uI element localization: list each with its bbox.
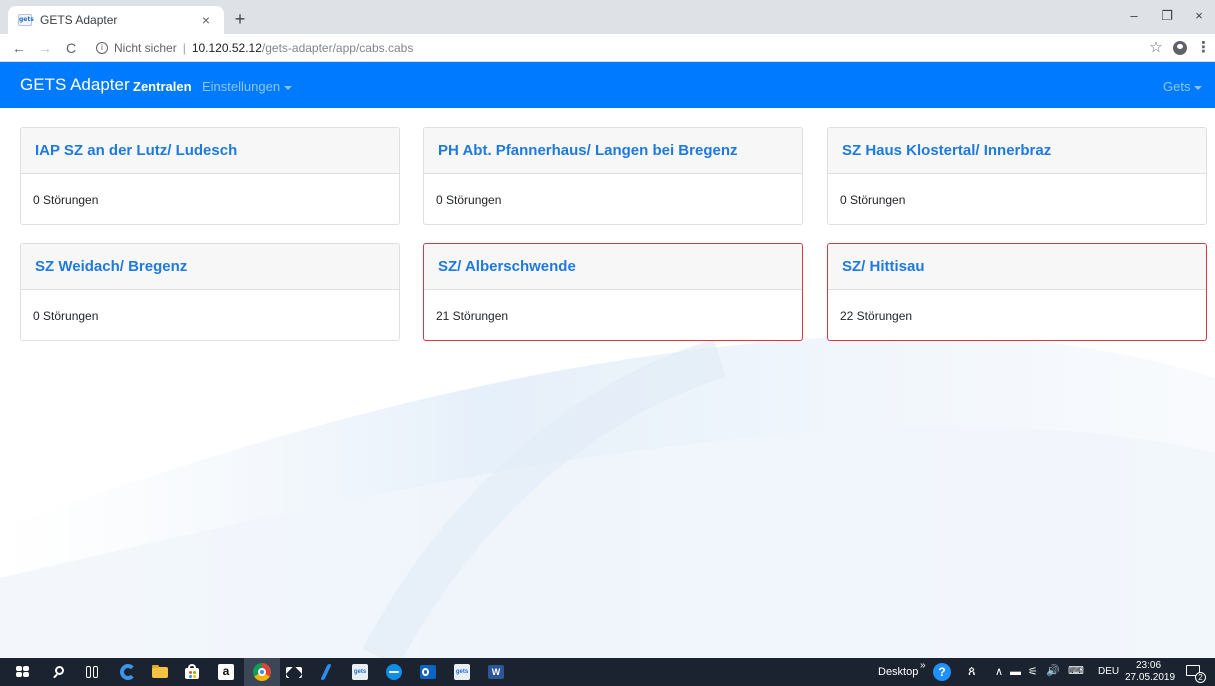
chrome-icon[interactable] xyxy=(244,658,280,686)
word-icon-glyph: W xyxy=(488,665,504,679)
card-header: PH Abt. Pfannerhaus/ Langen bei Bregenz xyxy=(424,128,802,174)
url-path: /gets-adapter/app/cabs.cabs xyxy=(261,41,414,55)
bookmark-star-icon[interactable]: ☆ xyxy=(1147,38,1165,58)
cabinet-card[interactable]: SZ Weidach/ Bregenz 0 Störungen xyxy=(20,243,400,341)
info-icon[interactable]: i xyxy=(96,42,108,54)
teamviewer-icon[interactable] xyxy=(384,662,404,682)
browser-menu-icon[interactable]: ⋮ xyxy=(1196,38,1211,58)
tab-close-icon[interactable]: × xyxy=(198,12,214,28)
card-title[interactable]: SZ Weidach/ Bregenz xyxy=(35,258,385,276)
gets-icon-glyph: gets xyxy=(454,664,470,680)
card-fault-count: 22 Störungen xyxy=(840,309,913,323)
window-close-button[interactable]: × xyxy=(1189,8,1209,24)
card-fault-count: 0 Störungen xyxy=(33,309,99,323)
security-status: Nicht sicher xyxy=(114,41,177,55)
app-navbar: GETS Adapter Zentralen Einstellungen Get… xyxy=(0,62,1215,108)
nav-einstellungen[interactable]: Einstellungen xyxy=(202,79,293,95)
url-separator: | xyxy=(182,41,186,55)
browser-tab-strip: gets GETS Adapter × + – ❐ × xyxy=(0,0,1215,34)
url-field[interactable]: i Nicht sicher | 10.120.52.12 /gets-adap… xyxy=(96,38,1136,58)
help-icon-glyph: ? xyxy=(933,663,951,681)
task-view-icon[interactable] xyxy=(82,662,102,682)
card-title[interactable]: IAP SZ an der Lutz/ Ludesch xyxy=(35,142,385,160)
gets-icon[interactable]: gets xyxy=(350,662,370,682)
mail-icon[interactable] xyxy=(284,662,304,683)
card-fault-count: 0 Störungen xyxy=(436,193,502,207)
maximize-button[interactable]: ❐ xyxy=(1157,8,1177,24)
card-fault-count: 0 Störungen xyxy=(33,193,99,207)
card-fault-count: 0 Störungen xyxy=(840,193,906,207)
file-explorer-icon[interactable] xyxy=(150,662,170,682)
outlook-icon[interactable] xyxy=(418,662,438,682)
forward-button[interactable]: → xyxy=(36,39,54,57)
minimize-button[interactable]: – xyxy=(1124,8,1144,24)
browser-tab[interactable]: gets GETS Adapter × xyxy=(8,6,224,34)
amazon-icon-glyph: a xyxy=(218,664,234,680)
nav-einstellungen-label: Einstellungen xyxy=(202,79,281,94)
caret-down-icon xyxy=(284,85,293,90)
new-tab-button[interactable]: + xyxy=(230,9,250,29)
clock-time[interactable]: 23:06 xyxy=(1136,660,1161,672)
clock-date[interactable]: 27.05.2019 xyxy=(1125,672,1175,684)
desktop-toolbar-label[interactable]: Desktop xyxy=(878,666,918,678)
card-fault-count: 21 Störungen xyxy=(436,309,509,323)
card-title[interactable]: SZ/ Hittisau xyxy=(842,258,1192,276)
caret-down-icon xyxy=(1194,85,1203,90)
card-title[interactable]: PH Abt. Pfannerhaus/ Langen bei Bregenz xyxy=(438,142,788,160)
windows-taskbar: a gets gets W Desktop » ? ጰ ∧ ▬ ⚟ 🔊 ⌨ DE… xyxy=(0,658,1215,686)
gets-favicon-icon: gets xyxy=(18,14,34,26)
url-host: 10.120.52.12 xyxy=(191,41,262,55)
toolbar-overflow-icon[interactable]: » xyxy=(920,660,926,672)
cabinet-card[interactable]: PH Abt. Pfannerhaus/ Langen bei Bregenz … xyxy=(423,127,803,225)
user-menu-label: Gets xyxy=(1163,79,1191,94)
search-icon[interactable] xyxy=(50,662,70,682)
card-title[interactable]: SZ/ Alberschwende xyxy=(438,258,788,276)
gets-icon-glyph: gets xyxy=(352,664,368,680)
edge-icon[interactable] xyxy=(118,662,138,682)
language-indicator[interactable]: DEU xyxy=(1098,666,1119,678)
card-header: SZ/ Alberschwende xyxy=(424,244,802,290)
card-header: SZ Haus Klostertal/ Innerbraz xyxy=(828,128,1206,174)
card-header: SZ/ Hittisau xyxy=(828,244,1206,290)
cabinet-card[interactable]: IAP SZ an der Lutz/ Ludesch 0 Störungen xyxy=(20,127,400,225)
volume-icon[interactable]: 🔊 xyxy=(1046,665,1060,677)
main-content: IAP SZ an der Lutz/ Ludesch 0 Störungen … xyxy=(0,108,1215,658)
profile-avatar-icon[interactable] xyxy=(1173,41,1187,55)
cabinet-card-alert[interactable]: SZ/ Alberschwende 21 Störungen xyxy=(423,243,803,341)
people-icon[interactable]: ጰ xyxy=(968,664,976,677)
back-button[interactable]: ← xyxy=(10,39,28,57)
brand-link[interactable]: GETS Adapter xyxy=(20,75,130,95)
card-title[interactable]: SZ Haus Klostertal/ Innerbraz xyxy=(842,142,1192,160)
card-header: IAP SZ an der Lutz/ Ludesch xyxy=(21,128,399,174)
store-icon[interactable] xyxy=(182,662,202,682)
battery-icon[interactable]: ▬ xyxy=(1010,666,1021,678)
user-menu[interactable]: Gets xyxy=(1163,79,1203,95)
tray-expand-icon[interactable]: ∧ xyxy=(995,666,1003,678)
reload-button[interactable]: C xyxy=(62,39,80,57)
tab-title: GETS Adapter xyxy=(40,13,118,27)
card-header: SZ Weidach/ Bregenz xyxy=(21,244,399,290)
keyboard-icon[interactable]: ⌨ xyxy=(1068,665,1084,677)
word-icon[interactable]: W xyxy=(486,662,506,682)
amazon-icon[interactable]: a xyxy=(216,662,236,682)
notification-center-icon[interactable]: 2 xyxy=(1184,662,1206,683)
nav-zentralen[interactable]: Zentralen xyxy=(133,79,192,95)
app-icon[interactable] xyxy=(318,662,338,682)
network-icon[interactable]: ⚟ xyxy=(1028,666,1038,678)
address-bar: ← → C i Nicht sicher | 10.120.52.12 /get… xyxy=(0,34,1215,62)
help-icon[interactable]: ? xyxy=(932,662,952,682)
cabinet-card-alert[interactable]: SZ/ Hittisau 22 Störungen xyxy=(827,243,1207,341)
gets-icon[interactable]: gets xyxy=(452,662,472,682)
cabinet-card[interactable]: SZ Haus Klostertal/ Innerbraz 0 Störunge… xyxy=(827,127,1207,225)
windows-start-icon[interactable] xyxy=(14,662,34,682)
notification-count-badge: 2 xyxy=(1195,672,1206,683)
